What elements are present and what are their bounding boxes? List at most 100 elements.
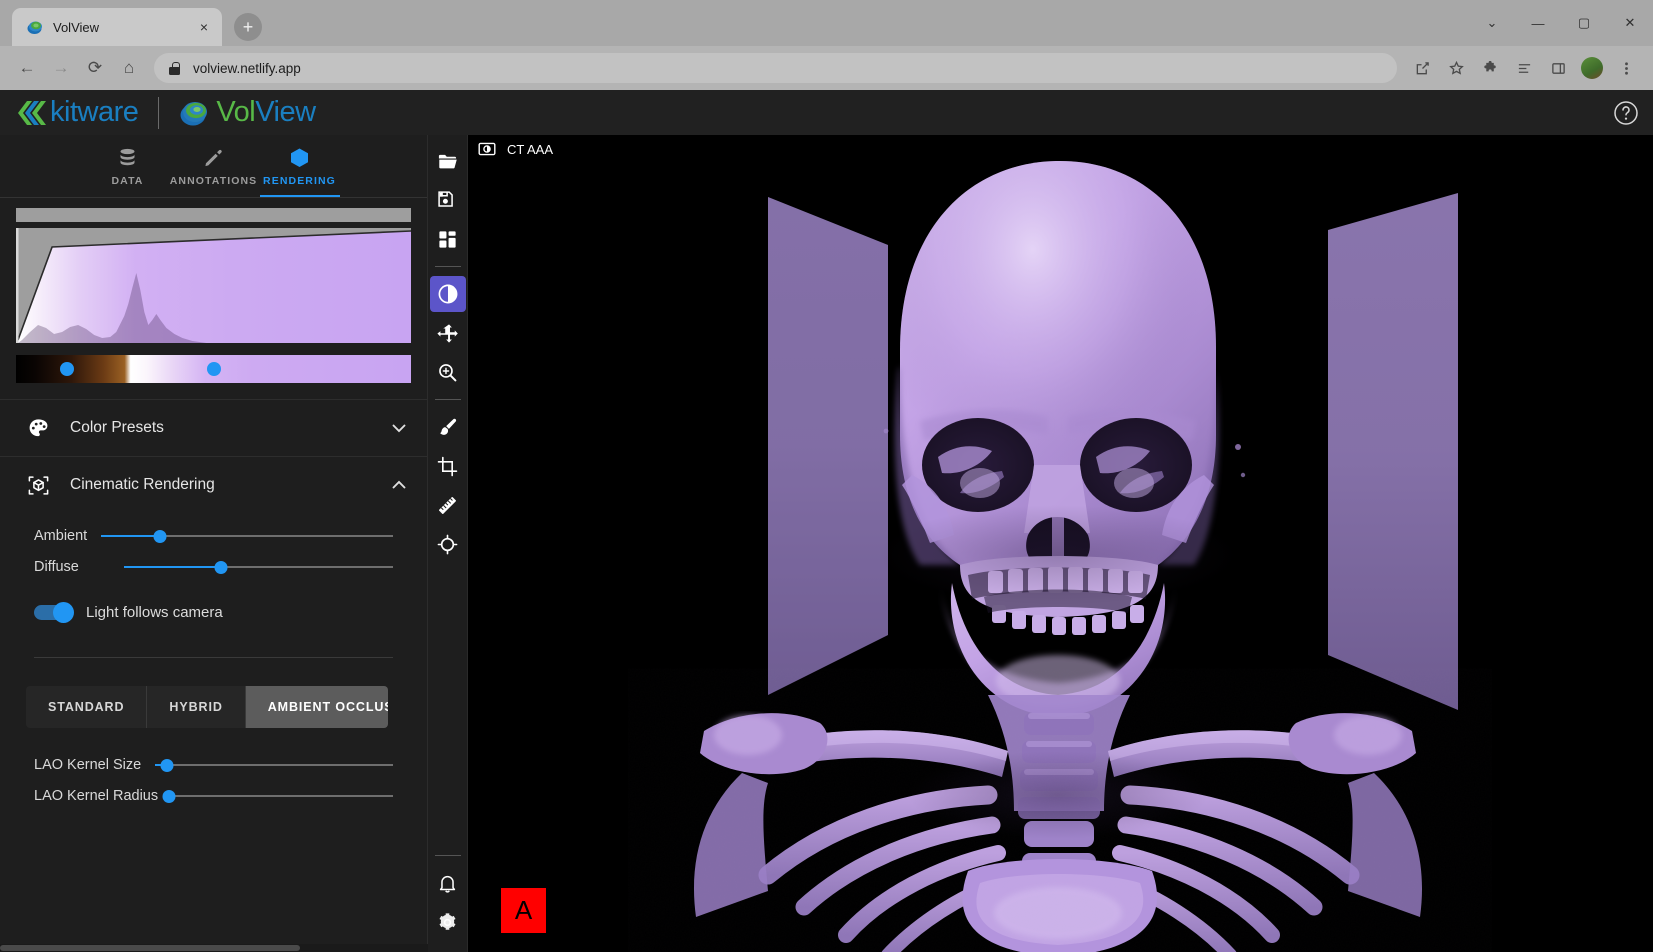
tab-data-label: DATA: [111, 174, 144, 187]
ruler-button[interactable]: [430, 487, 466, 523]
scrollbar-thumb[interactable]: [0, 945, 300, 951]
volview-wordmark: VolView: [216, 96, 316, 129]
orientation-badge: A: [501, 888, 546, 933]
chrome-menu-icon[interactable]: [1609, 51, 1643, 85]
address-bar-url: volview.netlify.app: [193, 60, 301, 76]
share-icon[interactable]: [1405, 51, 1439, 85]
window-close-button[interactable]: ✕: [1607, 0, 1653, 46]
screenshot-camera-icon[interactable]: [478, 140, 496, 158]
tab-data[interactable]: DATA: [85, 135, 171, 197]
chevron-down-icon[interactable]: [389, 418, 409, 438]
window-restore-button[interactable]: ⌄: [1469, 0, 1515, 46]
volview-wordmark-vol: Vol: [216, 96, 256, 128]
home-button[interactable]: ⌂: [112, 51, 146, 85]
ambient-fill: [101, 535, 160, 537]
volview-logo: VolView: [179, 96, 316, 129]
browser-tab[interactable]: VolView ×: [12, 8, 222, 46]
window-maximize-button[interactable]: ▢: [1561, 0, 1607, 46]
cinematic-cube-icon: [26, 473, 50, 497]
lao-kernel-radius-slider[interactable]: [162, 788, 393, 804]
extensions-puzzle-icon[interactable]: [1473, 51, 1507, 85]
volview-mark-icon: [179, 98, 209, 128]
notifications-button[interactable]: [430, 865, 466, 901]
address-bar[interactable]: volview.netlify.app: [154, 53, 1397, 83]
toolbar-divider-2: [434, 399, 461, 400]
window-minimize-button[interactable]: —: [1515, 0, 1561, 46]
close-tab-icon[interactable]: ×: [194, 17, 214, 37]
palette-icon: [26, 416, 50, 440]
tab-annotations-label: ANNOTATIONS: [169, 174, 258, 187]
light-follows-camera-toggle[interactable]: [34, 602, 74, 623]
color-presets-title: Color Presets: [70, 419, 164, 436]
reading-list-icon[interactable]: [1507, 51, 1541, 85]
toolbar-divider-1: [434, 266, 461, 267]
cinematic-divider: [34, 657, 393, 658]
lao-kernel-size-row: LAO Kernel Size: [34, 750, 393, 780]
panel-content: Color Presets Cinematic Rendering Ambien…: [0, 198, 427, 952]
brand-logos: kitware VolView: [0, 96, 316, 129]
diffuse-slider[interactable]: [123, 559, 393, 575]
mode-standard-button[interactable]: STANDARD: [26, 686, 148, 728]
chevron-up-icon[interactable]: [389, 475, 409, 495]
save-session-button[interactable]: [430, 182, 466, 218]
lock-icon: [168, 61, 181, 75]
cinematic-rendering-title: Cinematic Rendering: [70, 476, 215, 493]
colormap-handle-low[interactable]: [60, 362, 75, 376]
diffuse-fill: [123, 566, 221, 568]
help-icon[interactable]: [1613, 100, 1639, 126]
profile-avatar[interactable]: [1581, 57, 1603, 79]
diffuse-label: Diffuse: [34, 559, 79, 575]
panel-horizontal-scrollbar[interactable]: [0, 944, 428, 952]
open-files-button[interactable]: [430, 143, 466, 179]
split-view-icon[interactable]: [1541, 51, 1575, 85]
bookmark-star-icon[interactable]: [1439, 51, 1473, 85]
kitware-logo: kitware: [16, 96, 139, 129]
tab-annotations[interactable]: ANNOTATIONS: [169, 135, 258, 197]
crop-button[interactable]: [430, 448, 466, 484]
light-follows-camera-label: Light follows camera: [86, 604, 223, 621]
light-follows-camera-row[interactable]: Light follows camera: [34, 602, 393, 623]
layout-button[interactable]: [430, 221, 466, 257]
opacity-histogram[interactable]: [16, 228, 411, 343]
tab-rendering[interactable]: RENDERING: [257, 135, 343, 197]
forward-button[interactable]: →: [44, 51, 78, 85]
tf-range-bar[interactable]: [16, 208, 411, 222]
lao-kernel-size-thumb[interactable]: [160, 758, 174, 772]
rendering-mode-segmented-control: STANDARD HYBRID AMBIENT OCCLUSION: [26, 686, 388, 728]
render-viewport[interactable]: CT AAA A: [468, 135, 1653, 952]
browser-window: VolView × + ⌄ — ▢ ✕ ← → ⟳ ⌂ volview.netl…: [0, 0, 1653, 952]
color-presets-header[interactable]: Color Presets: [0, 400, 427, 456]
lao-kernel-radius-thumb[interactable]: [162, 789, 176, 803]
logo-divider: [158, 96, 160, 129]
mode-hybrid-button[interactable]: HYBRID: [147, 686, 246, 728]
ambient-thumb[interactable]: [153, 529, 167, 543]
lao-kernel-size-track: [155, 764, 393, 766]
settings-button[interactable]: [430, 904, 466, 940]
reload-button[interactable]: ⟳: [78, 51, 112, 85]
kitware-wordmark: kitware: [50, 96, 139, 128]
volview-favicon-icon: [26, 19, 43, 36]
tab-rendering-label: RENDERING: [263, 174, 336, 187]
diffuse-thumb[interactable]: [214, 560, 228, 574]
viewport-header: CT AAA: [468, 135, 553, 163]
cinematic-rendering-header[interactable]: Cinematic Rendering: [0, 457, 427, 513]
zoom-button[interactable]: [430, 354, 466, 390]
lao-kernel-size-slider[interactable]: [155, 757, 393, 773]
mode-ambient-occlusion-button[interactable]: AMBIENT OCCLUSION: [245, 686, 388, 728]
panel-tabs: DATA ANNOTATIONS RENDERING: [0, 135, 427, 197]
colormap-bar[interactable]: [16, 355, 411, 383]
transfer-function-editor[interactable]: [0, 198, 427, 343]
browser-tab-title: VolView: [53, 19, 100, 35]
window-level-button[interactable]: [429, 276, 466, 312]
back-button[interactable]: ←: [10, 51, 44, 85]
colormap-handle-high[interactable]: [206, 362, 221, 376]
new-tab-button[interactable]: +: [234, 13, 262, 41]
paint-button[interactable]: [430, 409, 466, 445]
ambient-slider[interactable]: [101, 528, 393, 544]
polygon-button[interactable]: [430, 526, 466, 562]
app-header: kitware VolView: [0, 90, 1653, 135]
browser-tabstrip: VolView × + ⌄ — ▢ ✕: [0, 0, 1653, 46]
ambient-label: Ambient: [34, 528, 88, 544]
pan-button[interactable]: [430, 315, 466, 351]
ct-skull-volume-rendering[interactable]: [468, 135, 1653, 952]
